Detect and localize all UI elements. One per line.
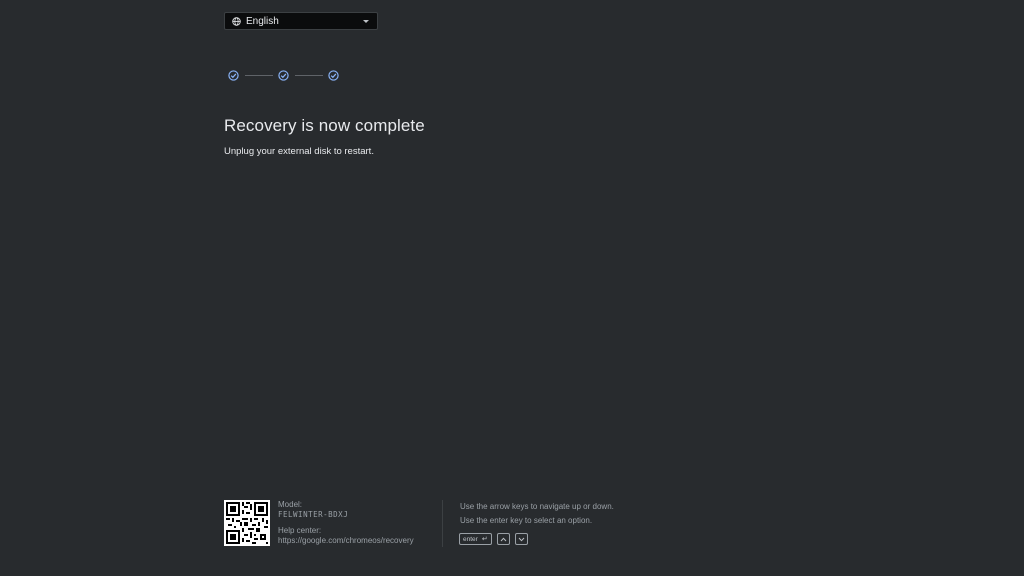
language-dropdown[interactable]: English [224,12,378,30]
navigation-help: Use the arrow keys to navigate up or dow… [460,500,614,528]
help-center-url: https://google.com/chromeos/recovery [278,536,414,545]
enter-icon: ↵ [481,536,488,543]
enter-key-label: enter [463,535,478,543]
progress-stepper [228,70,339,81]
device-info: Model: FELWINTER-BDXJ Help center: https… [278,500,414,546]
chevron-down-icon [518,537,525,541]
recovery-screen: English Recovery is now complete Unplug … [0,0,1024,576]
page-subtitle: Unplug your external disk to restart. [224,146,374,157]
language-selected-label: English [246,15,279,27]
footer-divider [442,500,443,547]
down-arrow-key [514,533,528,545]
model-value: FELWINTER-BDXJ [278,510,349,519]
page-title: Recovery is now complete [224,116,425,135]
model-label: Model: [278,500,303,509]
step-connector [294,75,323,76]
chevron-down-icon [363,19,369,23]
nav-help-enter: Use the enter key to select an option. [460,516,593,525]
enter-key: enter ↵ [459,533,492,545]
check-circle-icon [328,70,339,81]
qr-code [224,500,270,546]
globe-icon [231,16,241,26]
up-arrow-key [496,533,510,545]
help-center-label: Help center: [278,526,322,535]
check-circle-icon [228,70,239,81]
nav-help-arrows: Use the arrow keys to navigate up or dow… [460,502,614,511]
step-connector [244,75,273,76]
check-circle-icon [278,70,289,81]
key-hints: enter ↵ [459,533,528,545]
chevron-up-icon [500,537,507,541]
